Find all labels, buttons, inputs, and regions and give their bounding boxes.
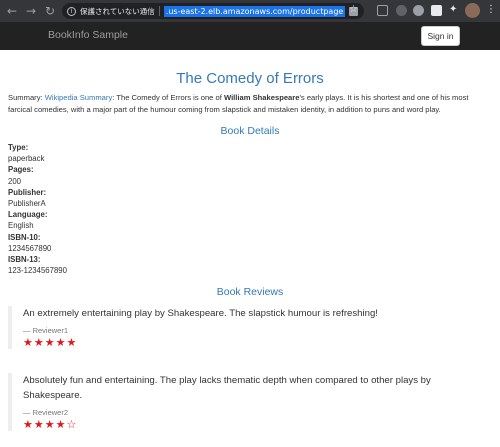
extension-download-icon[interactable] [431, 5, 442, 16]
book-details-list: Type: paperback Pages: 200 Publisher: Pu… [8, 142, 67, 276]
star-filled-icon: ★ [33, 336, 45, 349]
star-empty-icon: ☆ [66, 418, 78, 431]
star-rating: ★★★★☆ [23, 418, 492, 431]
detail-label-language: Language: [8, 210, 48, 220]
summary-prefix: Summary: [8, 93, 45, 102]
book-reviews-heading: Book Reviews [216, 286, 284, 298]
wikipedia-summary-link[interactable]: Wikipedia Summary [45, 93, 113, 102]
summary-text: : The Comedy of Errors is one of [112, 93, 224, 102]
info-icon[interactable]: i [67, 6, 76, 16]
detail-label-isbn10: ISBN-10: [8, 232, 41, 242]
summary-author: William Shakespeare [223, 93, 300, 102]
detail-value-pages: 200 [8, 176, 22, 186]
review-card: An extremely entertaining play by Shakes… [8, 306, 492, 349]
star-filled-icon: ★ [44, 418, 56, 431]
menu-dots-icon[interactable]: ⋮ [486, 4, 496, 15]
forward-icon[interactable]: → [24, 4, 38, 18]
extensions-puzzle-icon[interactable]: ✦ [449, 4, 460, 15]
detail-value-type: paperback [8, 154, 45, 164]
book-details-heading: Book Details [220, 125, 280, 137]
detail-label-type: Type: [8, 143, 29, 152]
star-filled-icon: ★ [55, 418, 67, 431]
app-navbar: BookInfo Sample Sign in [0, 22, 500, 50]
url-text[interactable]: .us-east-2.elb.amazonaws.com/productpage [163, 5, 346, 17]
reload-icon[interactable]: ↻ [43, 4, 57, 18]
review-card: Absolutely fun and entertaining. The pla… [8, 373, 492, 431]
star-filled-icon: ★ [23, 418, 34, 431]
detail-value-isbn10: 1234567890 [8, 243, 52, 253]
reviewer-name: — Reviewer1 [23, 326, 69, 335]
bookmark-star-icon[interactable]: ☆ [349, 4, 358, 15]
star-filled-icon: ★ [66, 336, 78, 349]
brand-link[interactable]: BookInfo Sample [48, 29, 128, 41]
detail-label-isbn13: ISBN-13: [8, 255, 41, 265]
sign-in-button[interactable]: Sign in [421, 26, 460, 46]
reviewer-name: — Reviewer2 [23, 408, 69, 417]
detail-label-publisher: Publisher: [8, 187, 47, 197]
star-filled-icon: ★ [23, 336, 34, 349]
star-filled-icon: ★ [55, 336, 67, 349]
detail-value-isbn13: 123-1234567890 [8, 266, 67, 276]
book-summary: Summary: Wikipedia Summary: The Comedy o… [8, 92, 492, 115]
browser-toolbar: ← → ↻ i 保護されていない通信 .us-east-2.elb.amazon… [0, 0, 500, 22]
page-title: The Comedy of Errors [176, 70, 324, 87]
back-icon[interactable]: ← [5, 4, 19, 18]
extension-dot-icon[interactable] [413, 5, 424, 16]
star-rating: ★★★★★ [23, 336, 492, 349]
divider [158, 6, 160, 16]
extension-grid-icon[interactable] [377, 5, 388, 16]
detail-value-publisher: PublisherA [8, 199, 46, 209]
detail-value-language: English [8, 221, 34, 231]
address-bar[interactable]: i 保護されていない通信 .us-east-2.elb.amazonaws.co… [62, 3, 364, 19]
security-label: 保護されていない通信 [80, 6, 155, 16]
star-filled-icon: ★ [44, 336, 56, 349]
star-filled-icon: ★ [33, 418, 45, 431]
profile-avatar[interactable] [465, 3, 480, 18]
review-text: Absolutely fun and entertaining. The pla… [23, 375, 431, 401]
detail-label-pages: Pages: [8, 165, 34, 175]
review-text: An extremely entertaining play by Shakes… [23, 308, 378, 319]
extension-circle-icon[interactable] [396, 5, 407, 16]
